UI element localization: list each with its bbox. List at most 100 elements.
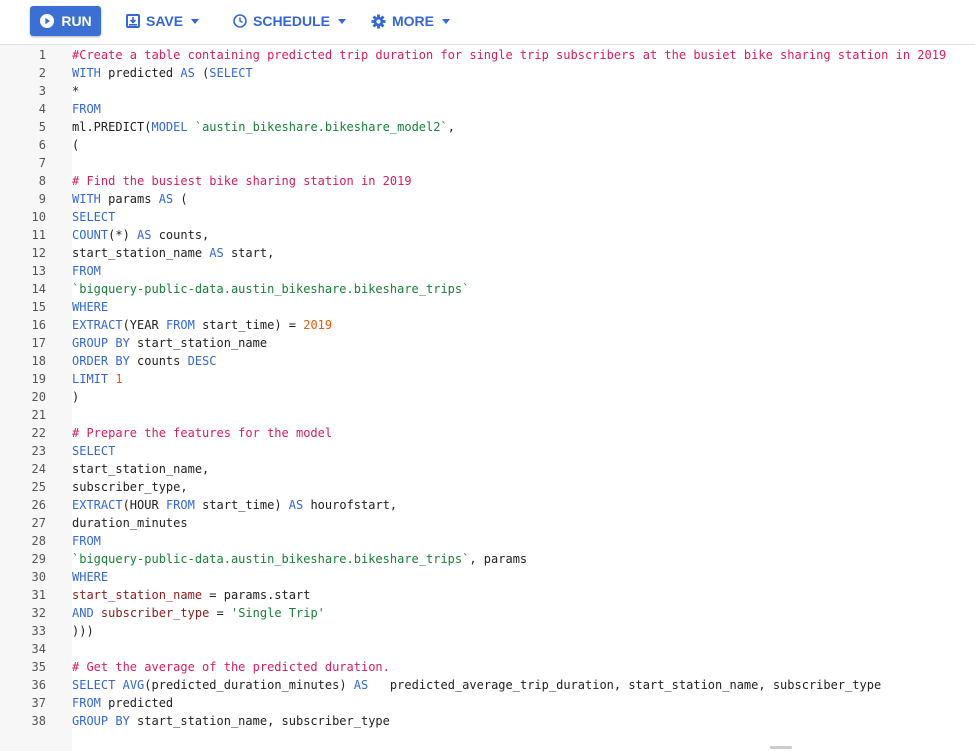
code-token: FROM (72, 102, 101, 116)
code-line: #Create a table containing predicted tri… (72, 46, 946, 64)
code-token: 1 (115, 372, 122, 386)
code-token: start_station_name, (72, 462, 209, 476)
code-token: SELECT (72, 678, 115, 692)
line-number: 8 (0, 172, 46, 190)
code-token: = (209, 606, 231, 620)
code-line: * (72, 82, 79, 100)
more-button[interactable]: MORE (371, 6, 450, 36)
schedule-button[interactable]: SCHEDULE (233, 6, 346, 36)
code-token: EXTRACT (72, 318, 123, 332)
code-token: start_station_name (130, 336, 267, 350)
code-token: # Prepare the features for the model (72, 426, 332, 440)
code-line: start_station_name, (72, 460, 209, 478)
code-line: start_station_name = params.start (72, 586, 310, 604)
code-line: # Get the average of the predicted durat… (72, 658, 390, 676)
save-label: SAVE (146, 13, 183, 29)
line-number: 32 (0, 604, 46, 622)
code-line: # Find the busiest bike sharing station … (72, 172, 412, 190)
code-token: ) (72, 390, 79, 404)
code-token: (YEAR (123, 318, 166, 332)
code-token: AS (159, 192, 173, 206)
code-line: ))) (72, 622, 94, 640)
line-number: 38 (0, 712, 46, 730)
code-token: AS (289, 498, 303, 512)
save-button[interactable]: SAVE (126, 6, 199, 36)
code-token: ORDER BY (72, 354, 130, 368)
code-line: ) (72, 388, 79, 406)
code-line: ORDER BY counts DESC (72, 352, 217, 370)
run-label: RUN (61, 13, 91, 29)
line-number: 30 (0, 568, 46, 586)
code-line: WHERE (72, 568, 108, 586)
code-token: start_station_name, subscriber_type (130, 714, 390, 728)
code-line: COUNT(*) AS counts, (72, 226, 209, 244)
code-token: WITH (72, 66, 101, 80)
code-token: = params.start (202, 588, 310, 602)
line-number: 11 (0, 226, 46, 244)
code-token: predicted_average_trip_duration, start_s… (368, 678, 881, 692)
code-token (115, 678, 122, 692)
line-number: 36 (0, 676, 46, 694)
code-token: FROM (166, 318, 195, 332)
line-number: 33 (0, 622, 46, 640)
code-token: LIMIT (72, 372, 108, 386)
code-token: GROUP BY (72, 714, 130, 728)
resize-handle[interactable] (770, 746, 792, 749)
code-line: SELECT AVG(predicted_duration_minutes) A… (72, 676, 881, 694)
code-line: FROM (72, 262, 101, 280)
line-number: 17 (0, 334, 46, 352)
code-line: ( (72, 136, 79, 154)
code-line: WITH predicted AS (SELECT (72, 64, 253, 82)
code-line: `bigquery-public-data.austin_bikeshare.b… (72, 280, 469, 298)
run-button[interactable]: RUN (30, 6, 101, 36)
code-token: counts, (151, 228, 209, 242)
code-token: start_time) (195, 498, 289, 512)
more-label: MORE (392, 13, 434, 29)
schedule-label: SCHEDULE (253, 13, 330, 29)
code-token (188, 120, 195, 134)
line-number: 12 (0, 244, 46, 262)
code-line: start_station_name AS start, (72, 244, 274, 262)
code-token: ( (195, 66, 209, 80)
line-number: 6 (0, 136, 46, 154)
line-number: 31 (0, 586, 46, 604)
code-line: LIMIT 1 (72, 370, 123, 388)
line-number: 1 (0, 46, 46, 64)
line-number: 24 (0, 460, 46, 478)
code-token: FROM (166, 498, 195, 512)
code-token: (*) (108, 228, 137, 242)
code-token: AS (354, 678, 368, 692)
code-token: SELECT (72, 444, 115, 458)
chevron-down-icon (191, 19, 199, 24)
line-number: 34 (0, 640, 46, 658)
code-token: WHERE (72, 570, 108, 584)
code-token: (predicted_duration_minutes) (144, 678, 354, 692)
code-token: FROM (72, 534, 101, 548)
code-token: subscriber_type (101, 606, 209, 620)
code-token: params (101, 192, 159, 206)
code-token: duration_minutes (72, 516, 188, 530)
code-line: FROM (72, 100, 101, 118)
code-line: ml.PREDICT(MODEL `austin_bikeshare.bikes… (72, 118, 455, 136)
code-token: FROM (72, 696, 101, 710)
code-token: * (72, 84, 79, 98)
code-token: 'Single Trip' (231, 606, 325, 620)
code-line: GROUP BY start_station_name (72, 334, 267, 352)
code-token: start_time) = (195, 318, 303, 332)
line-number: 22 (0, 424, 46, 442)
sql-code-editor[interactable]: 1234567891011121314151617181920212223242… (0, 45, 975, 751)
code-token: , params (469, 552, 527, 566)
code-token: ))) (72, 624, 94, 638)
code-token: , (448, 120, 455, 134)
code-line: AND subscriber_type = 'Single Trip' (72, 604, 325, 622)
code-token: # Find the busiest bike sharing station … (72, 174, 412, 188)
clock-icon (233, 14, 247, 28)
query-toolbar: RUN SAVE SCHEDULE MORE (0, 0, 975, 45)
code-token: start_station_name (72, 588, 202, 602)
code-token: AS (180, 66, 194, 80)
line-number: 27 (0, 514, 46, 532)
line-number: 13 (0, 262, 46, 280)
play-circle-icon (39, 13, 55, 29)
code-line: SELECT (72, 208, 115, 226)
code-token: EXTRACT (72, 498, 123, 512)
